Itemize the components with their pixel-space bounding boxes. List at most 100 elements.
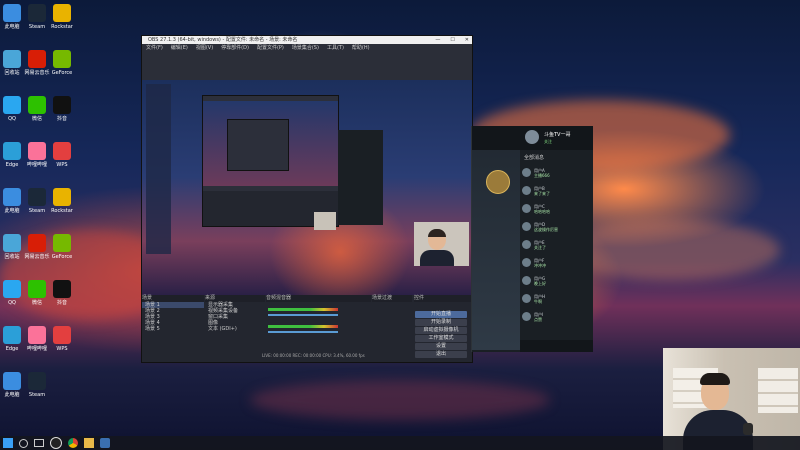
desktop-icon-label: Edge (5, 162, 19, 168)
desktop-icon[interactable]: 抖音 (47, 280, 77, 306)
user-avatar (522, 186, 531, 195)
desktop-icon[interactable]: WPS (47, 142, 77, 168)
chat-message-text: 晚上好 (534, 281, 546, 286)
chat-tab-all[interactable]: 全部消息 (524, 154, 544, 161)
chat-message-text: 点赞 (534, 317, 542, 322)
desktop-icon-label: QQ (8, 300, 16, 306)
chat-message-text: 主播666 (534, 173, 550, 178)
user-avatar (522, 312, 531, 321)
desktop-icon-label: 微信 (31, 116, 42, 122)
settings-button[interactable]: 设置 (415, 343, 467, 350)
streamer-avatar[interactable] (525, 130, 539, 144)
minimize-icon[interactable]: — (435, 36, 440, 44)
follow-button[interactable]: 关注 (544, 139, 552, 145)
chat-message-text: 哈哈哈哈 (534, 209, 550, 214)
obs-titlebar[interactable]: OBS 27.1.3 (64-bit, windows) - 配置文件: 未命名… (142, 36, 472, 44)
nested-obs-preview (202, 95, 339, 227)
desktop-icon[interactable]: GeForce (47, 50, 77, 76)
scenes-dock-title: 场景 (142, 295, 204, 302)
game-icon[interactable] (100, 438, 110, 448)
live-chat-panel[interactable]: 斗鱼TV一哥 关注 全部消息 用户A 主播666 用户B 来了来了用户C 哈哈哈哈 用户D… (471, 126, 593, 352)
start-streaming-button[interactable]: 开始直播 (415, 311, 467, 318)
user-avatar (522, 276, 531, 285)
chrome-icon[interactable] (68, 438, 78, 448)
app-icon (28, 142, 46, 160)
sources-list[interactable]: 显示器采集 视频采集设备 窗口采集 图像 文本 (GDI+) (205, 302, 265, 352)
desktop-icon[interactable]: GeForce (47, 234, 77, 260)
user-avatar (522, 258, 531, 267)
desktop-icon-label: Steam (28, 392, 46, 398)
app-icon (53, 142, 71, 160)
volume-slider[interactable] (268, 314, 338, 316)
preview-webcam (414, 222, 469, 266)
obs-title: OBS 27.1.3 (64-bit, windows) - 配置文件: 未命名… (148, 37, 298, 43)
source-item[interactable]: 文本 (GDI+) (205, 326, 265, 332)
app-icon (28, 188, 46, 206)
chat-message[interactable]: 用户B 来了来了 (522, 186, 550, 196)
desktop-icon-label: 微信 (31, 300, 42, 306)
search-icon[interactable] (19, 438, 28, 448)
exit-button[interactable]: 退出 (415, 351, 467, 358)
webcam-overlay (663, 348, 800, 450)
app-icon (28, 96, 46, 114)
cloud-glow (560, 220, 780, 280)
chat-header: 斗鱼TV一哥 关注 (472, 126, 593, 150)
chat-message[interactable]: 用户I 点赞 (522, 312, 543, 322)
chat-message[interactable]: 用户A 主播666 (522, 168, 550, 178)
obs-menubar: 文件(F) 编辑(E) 视图(V) 停靠部件(D) 配置文件(P) 场景集合(S… (142, 44, 472, 52)
virtual-camera-button[interactable]: 启动虚拟摄像机 (415, 327, 467, 334)
desktop-icon-label: WPS (56, 162, 68, 168)
user-avatar (522, 294, 531, 303)
status-bar: LIVE: 00:00:00 REC: 00:00:00 CPU: 3.4%, … (262, 353, 365, 358)
desktop-icon-label: Steam (28, 208, 46, 214)
volume-slider[interactable] (268, 331, 338, 333)
chat-message[interactable]: 用户H 牛啊 (522, 294, 545, 304)
scenes-list[interactable]: 场景 1 场景 2 场景 3 场景 4 场景 5 (142, 302, 204, 352)
windows-start-icon[interactable] (3, 438, 13, 448)
maximize-icon[interactable]: ☐ (450, 36, 454, 44)
app-icon (3, 234, 21, 252)
scene-item[interactable]: 场景 5 (142, 326, 204, 332)
menu-help[interactable]: 帮助(H) (352, 44, 370, 52)
shelf (758, 368, 798, 413)
desktop-icon[interactable]: 抖音 (47, 96, 77, 122)
desktop-icon[interactable]: Rockstar (47, 4, 77, 30)
studio-mode-button[interactable]: 工作室模式 (415, 335, 467, 342)
app-icon (3, 4, 21, 22)
task-view-icon[interactable] (34, 439, 44, 447)
desktop-icon-label: Steam (28, 24, 46, 30)
chat-text: 用户I 点赞 (534, 312, 543, 322)
desktop-icon[interactable]: Rockstar (47, 188, 77, 214)
menu-docks[interactable]: 停靠部件(D) (221, 44, 249, 52)
chat-message[interactable]: 用户G 晚上好 (522, 276, 546, 286)
chat-message[interactable]: 用户E 关注了 (522, 240, 546, 250)
chat-message[interactable]: 用户F 冲冲冲 (522, 258, 546, 268)
app-icon (3, 96, 21, 114)
start-recording-button[interactable]: 开始录制 (415, 319, 467, 326)
chat-text: 用户G 晚上好 (534, 276, 546, 286)
menu-tools[interactable]: 工具(T) (327, 44, 344, 52)
app-icon (53, 96, 71, 114)
streamer-name: 斗鱼TV一哥 (544, 132, 571, 138)
chat-text: 用户C 哈哈哈哈 (534, 204, 550, 214)
menu-scene-collection[interactable]: 场景集合(S) (292, 44, 319, 52)
app-icon (53, 188, 71, 206)
obs-icon[interactable] (50, 437, 62, 449)
app-icon (28, 4, 46, 22)
desktop-icon[interactable]: Steam (22, 372, 52, 398)
game-art (472, 150, 520, 350)
close-icon[interactable]: ✕ (465, 36, 469, 44)
obs-preview[interactable] (142, 80, 472, 295)
file-explorer-icon[interactable] (84, 438, 94, 448)
menu-profile[interactable]: 配置文件(P) (257, 44, 284, 52)
menu-view[interactable]: 视图(V) (196, 44, 213, 52)
menu-file[interactable]: 文件(F) (146, 44, 163, 52)
desktop-icon-label: 哔哩哔哩 (26, 162, 47, 168)
chat-message[interactable]: 用户C 哈哈哈哈 (522, 204, 550, 214)
desktop-icon-label: Rockstar (51, 24, 73, 30)
chat-text: 用户F 冲冲冲 (534, 258, 546, 268)
desktop-icon[interactable]: WPS (47, 326, 77, 352)
chat-toolbar (520, 340, 593, 352)
chat-message[interactable]: 用户D 这波操作厉害 (522, 222, 558, 232)
menu-edit[interactable]: 编辑(E) (171, 44, 188, 52)
